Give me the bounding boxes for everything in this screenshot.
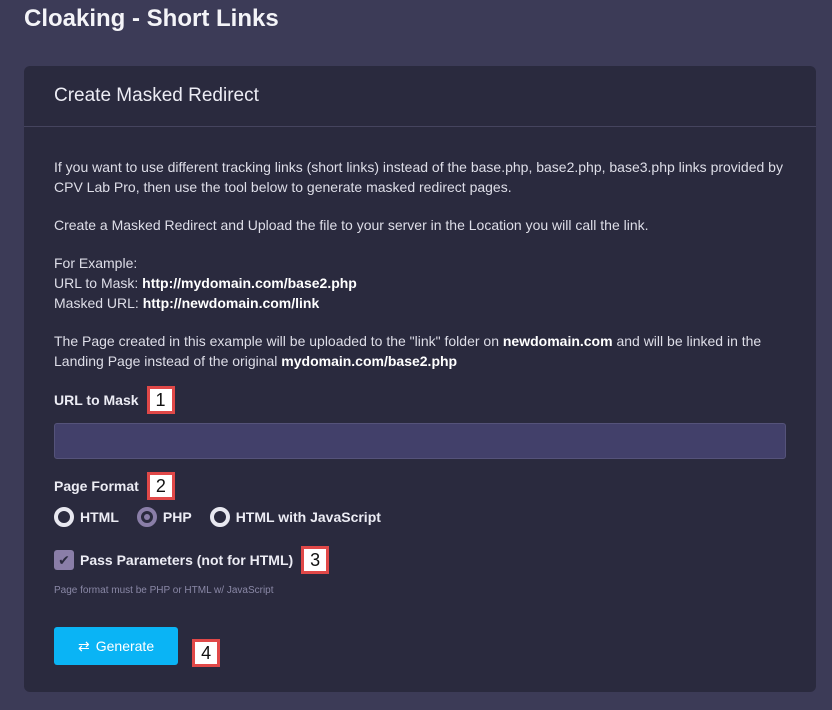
example-url-value: http://mydomain.com/base2.php (142, 275, 357, 291)
masked-redirect-card: Create Masked Redirect If you want to us… (24, 66, 816, 692)
example-url-label: URL to Mask: (54, 275, 143, 291)
pass-parameters-label: Pass Parameters (not for HTML) (80, 552, 294, 568)
annotation-badge-4: 4 (192, 639, 221, 667)
radio-php[interactable]: PHP (136, 507, 192, 527)
example-masked-label: Masked URL: (54, 295, 143, 311)
radio-html-javascript-label: HTML with JavaScript (235, 509, 381, 525)
radio-circle-icon (54, 507, 74, 527)
example-block: For Example: URL to Mask: http://mydomai… (54, 253, 786, 313)
url-to-mask-label: URL to Mask 1 (54, 385, 786, 415)
page-title: Cloaking - Short Links (24, 5, 279, 32)
example-heading: For Example: (54, 255, 138, 271)
annotation-badge-2: 2 (146, 472, 175, 500)
generate-button-label: Generate (95, 638, 155, 654)
intro-text-2: Create a Masked Redirect and Upload the … (54, 217, 649, 233)
radio-html[interactable]: HTML (54, 507, 119, 527)
example-masked-value: http://newdomain.com/link (142, 295, 320, 311)
explanation-text: The Page created in this example will be… (54, 331, 786, 371)
radio-html-javascript[interactable]: HTML with JavaScript (209, 507, 381, 527)
checkmark-icon: ✔ (58, 552, 70, 568)
page-format-help-text: Page format must be PHP or HTML w/ JavaS… (54, 585, 274, 596)
pass-parameters-checkbox[interactable]: ✔ (54, 550, 74, 570)
radio-circle-icon (209, 507, 230, 527)
generate-button[interactable]: ⇄ Generate (54, 627, 179, 665)
explain-domain: newdomain.com (502, 333, 613, 349)
intro-text: If you want to use different tracking li… (54, 159, 783, 195)
annotation-badge-3: 3 (301, 546, 330, 574)
radio-html-label: HTML (80, 509, 119, 525)
annotation-badge-1: 1 (146, 386, 175, 414)
refresh-icon: ⇄ (78, 637, 90, 654)
explain-original: mydomain.com/base2.php (281, 353, 458, 369)
url-label-text: URL to Mask (54, 392, 139, 408)
page-format-label-text: Page Format (54, 478, 139, 494)
explain-text-1: The Page created in this example will be… (54, 333, 503, 349)
radio-php-label: PHP (162, 509, 192, 525)
page-format-label: Page Format 2 (54, 471, 786, 501)
generate-row: ⇄ Generate 4 (54, 625, 786, 667)
radio-circle-selected-icon (136, 507, 157, 527)
card-header: Create Masked Redirect (24, 66, 816, 127)
url-to-mask-input[interactable] (54, 423, 786, 459)
pass-parameters-row: ✔ Pass Parameters (not for HTML) 3 (54, 543, 786, 577)
card-body: If you want to use different tracking li… (24, 127, 816, 667)
page-format-radio-group: HTML PHP HTML with JavaScript (54, 505, 786, 529)
